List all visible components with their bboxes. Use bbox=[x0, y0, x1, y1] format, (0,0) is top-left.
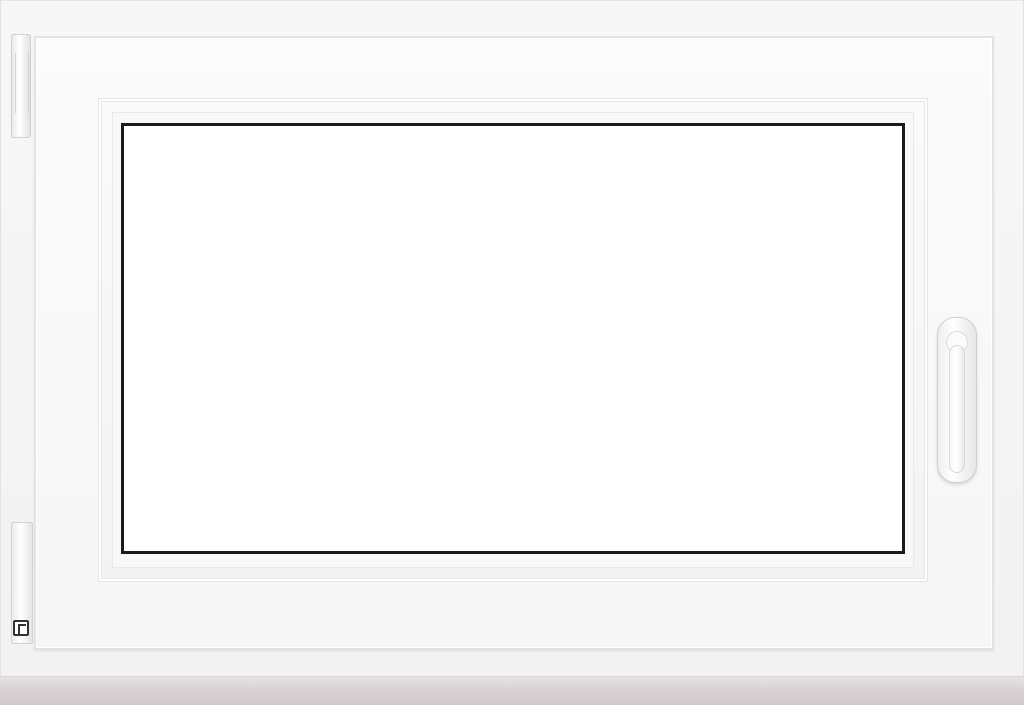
top-hinge-icon bbox=[11, 34, 31, 138]
handle-grip[interactable] bbox=[949, 345, 965, 473]
glass-pane bbox=[121, 123, 905, 554]
window-scene bbox=[0, 0, 1024, 705]
window-handle-icon[interactable] bbox=[937, 317, 977, 483]
hinge-bracket-icon bbox=[13, 620, 29, 636]
window-sill bbox=[0, 676, 1024, 705]
